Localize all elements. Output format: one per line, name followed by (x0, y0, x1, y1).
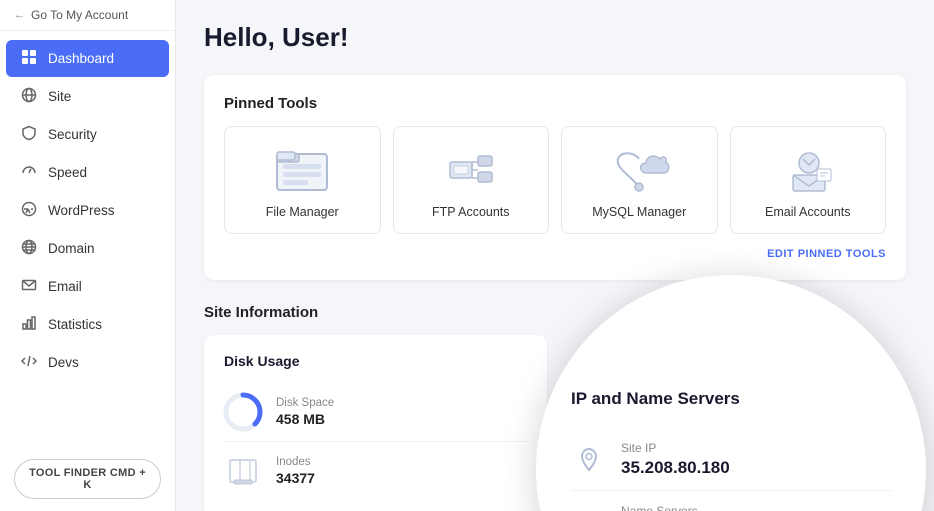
sidebar-item-devs[interactable]: Devs (6, 344, 169, 381)
site-ip-info: Site IP 35.208.80.180 (621, 441, 730, 478)
name-servers-row: Name Servers ns1.siteground.net (571, 491, 891, 511)
site-icon (20, 87, 38, 106)
sidebar-nav: Dashboard Site Security Speed WordPress (0, 31, 175, 447)
inodes-info: Inodes 34377 (276, 456, 315, 486)
speed-icon (20, 163, 38, 182)
sidebar-item-wordpress[interactable]: WordPress (6, 192, 169, 229)
page-title: Hello, User! (204, 22, 906, 53)
sidebar-item-email[interactable]: Email (6, 268, 169, 305)
ip-section-title: IP and Name Servers (571, 389, 740, 409)
tool-file-manager[interactable]: File Manager (224, 126, 381, 234)
tool-ftp-accounts[interactable]: FTP Accounts (393, 126, 550, 234)
back-arrow-icon: ← (14, 9, 25, 21)
sidebar-item-statistics[interactable]: Statistics (6, 306, 169, 343)
email-icon (20, 277, 38, 296)
devs-icon (20, 353, 38, 372)
sidebar-item-domain[interactable]: Domain (6, 230, 169, 267)
sidebar-item-security[interactable]: Security (6, 116, 169, 153)
sidebar-bottom: TOOL FINDER CMD + K (0, 447, 175, 511)
site-ip-icon (571, 442, 607, 478)
sidebar-item-wordpress-label: WordPress (48, 203, 115, 218)
file-manager-icon (272, 145, 332, 195)
tool-finder-button[interactable]: TOOL FINDER CMD + K (14, 459, 161, 499)
go-to-account-label: Go To My Account (31, 8, 128, 22)
sidebar-item-site-label: Site (48, 89, 71, 104)
site-ip-value: 35.208.80.180 (621, 458, 730, 478)
pinned-tools-card: Pinned Tools File Manager (204, 75, 906, 280)
name-servers-label: Name Servers (621, 504, 755, 511)
ftp-accounts-label: FTP Accounts (432, 205, 510, 219)
edit-pinned-tools-button[interactable]: EDIT PINNED TOOLS (224, 248, 886, 260)
inodes-row: Inodes 34377 (224, 442, 527, 500)
sidebar-item-speed[interactable]: Speed (6, 154, 169, 191)
file-manager-label: File Manager (266, 205, 339, 219)
disk-usage-title: Disk Usage (224, 353, 527, 369)
wordpress-icon (20, 201, 38, 220)
inodes-icon (224, 452, 262, 490)
sidebar-item-site[interactable]: Site (6, 78, 169, 115)
site-ip-label: Site IP (621, 441, 730, 455)
site-ip-row: Site IP 35.208.80.180 (571, 429, 891, 491)
email-accounts-label: Email Accounts (765, 205, 850, 219)
sidebar-item-dashboard[interactable]: Dashboard (6, 40, 169, 77)
dashboard-icon (20, 49, 38, 68)
sidebar-item-speed-label: Speed (48, 165, 87, 180)
statistics-icon (20, 315, 38, 334)
sidebar-item-dashboard-label: Dashboard (48, 51, 114, 66)
tool-mysql-manager[interactable]: MySQL Manager (561, 126, 718, 234)
sidebar-item-devs-label: Devs (48, 355, 79, 370)
disk-space-icon (224, 393, 262, 431)
ftp-accounts-icon (441, 145, 501, 195)
mysql-manager-label: MySQL Manager (592, 205, 686, 219)
sidebar-item-domain-label: Domain (48, 241, 95, 256)
disk-space-row: Disk Space 458 MB (224, 383, 527, 442)
pinned-tools-title: Pinned Tools (224, 95, 886, 112)
main-content: Hello, User! Pinned Tools File Manager (176, 0, 934, 511)
disk-space-label: Disk Space (276, 397, 334, 409)
tool-email-accounts[interactable]: Email Accounts (730, 126, 887, 234)
email-accounts-icon (778, 145, 838, 195)
disk-usage-card: Disk Usage Disk Space 458 MB (204, 335, 547, 511)
disk-space-info: Disk Space 458 MB (276, 397, 334, 427)
domain-icon (20, 239, 38, 258)
sidebar-item-email-label: Email (48, 279, 82, 294)
go-to-account-link[interactable]: ← Go To My Account (0, 0, 175, 31)
mysql-manager-icon (609, 145, 669, 195)
security-icon (20, 125, 38, 144)
disk-space-value: 458 MB (276, 411, 334, 427)
name-servers-icon (571, 503, 607, 511)
site-info-section: Site Information Disk Usage Disk Space 4… (204, 304, 906, 511)
tools-grid: File Manager FTP Accounts (224, 126, 886, 234)
sidebar-item-security-label: Security (48, 127, 97, 142)
inodes-value: 34377 (276, 470, 315, 486)
inodes-label: Inodes (276, 456, 315, 468)
ip-card-container: IP and Name Servers Site IP 35.208.80.18… (563, 335, 906, 511)
sidebar: ← Go To My Account Dashboard Site Securi… (0, 0, 176, 511)
site-info-grid: Disk Usage Disk Space 458 MB (204, 335, 906, 511)
sidebar-item-statistics-label: Statistics (48, 317, 102, 332)
name-servers-info: Name Servers ns1.siteground.net (621, 504, 755, 511)
